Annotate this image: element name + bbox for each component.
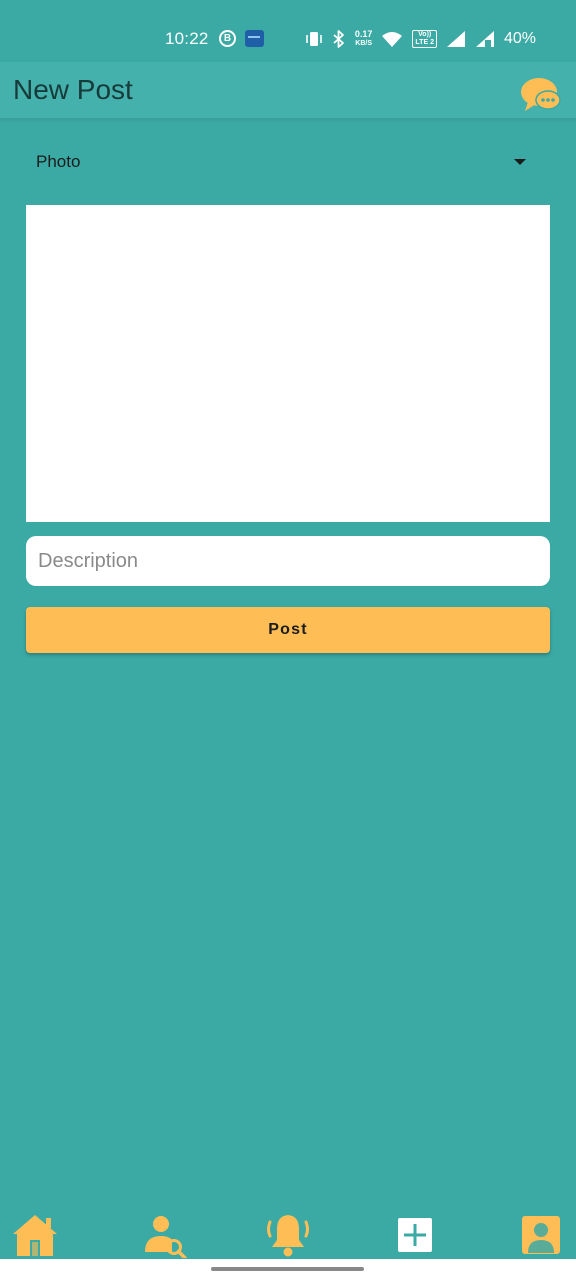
vibrate-icon	[306, 32, 322, 46]
add-icon	[398, 1218, 432, 1252]
chat-bubble-icon[interactable]	[520, 76, 562, 116]
bluetooth-icon	[333, 30, 344, 48]
b-badge-icon: B	[219, 30, 236, 47]
net-speed-unit: KB/S	[355, 40, 373, 47]
profile-icon	[522, 1216, 560, 1254]
home-indicator[interactable]	[211, 1267, 364, 1271]
nav-item-search-user[interactable]	[140, 1210, 190, 1260]
nav-item-add[interactable]	[390, 1210, 440, 1260]
nav-item-notifications[interactable]	[263, 1210, 313, 1260]
volte-icon: Vo)) LTE 2	[412, 30, 437, 48]
status-time: 10:22	[165, 29, 209, 48]
app-bar: New Post	[0, 62, 576, 118]
volte-line2: LTE 2	[415, 39, 434, 46]
volte-line1: Vo))	[418, 31, 432, 38]
user-search-icon	[145, 1216, 187, 1258]
description-input[interactable]	[26, 536, 550, 586]
signal-roaming-icon	[475, 31, 494, 47]
bell-icon	[267, 1215, 309, 1257]
nav-item-profile[interactable]	[516, 1210, 566, 1260]
status-icons: 0.17 KB/S Vo)) LTE 2 40%	[305, 28, 536, 50]
net-speed-value: 0.17	[354, 29, 373, 39]
bottom-navigation	[0, 1210, 576, 1260]
signal-icon	[446, 31, 465, 47]
photo-preview-area[interactable]	[26, 205, 550, 522]
dropdown-caret-icon	[514, 159, 526, 165]
battery-percent: 40%	[503, 30, 536, 47]
post-button[interactable]: Post	[26, 607, 550, 653]
nav-item-home[interactable]	[10, 1210, 60, 1260]
network-speed: 0.17 KB/S	[355, 30, 373, 48]
post-type-dropdown[interactable]: Photo	[26, 140, 550, 184]
wallet-icon	[245, 30, 264, 47]
wifi-icon	[382, 32, 403, 47]
page-title: New Post	[13, 74, 133, 105]
home-icon	[13, 1215, 57, 1256]
post-type-value: Photo	[36, 152, 81, 171]
